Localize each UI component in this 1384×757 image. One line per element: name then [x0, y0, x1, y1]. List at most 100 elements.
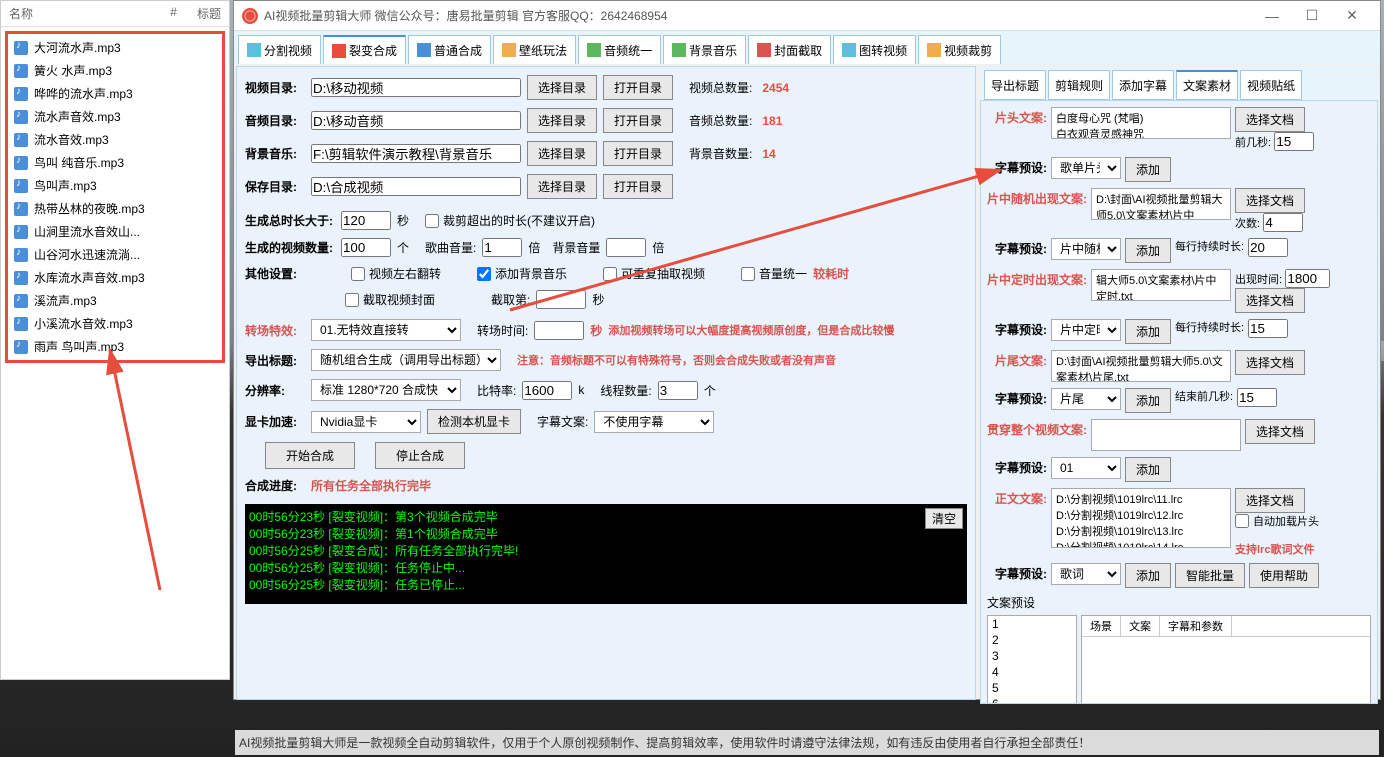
through-sub-select[interactable]: 01: [1051, 457, 1121, 479]
file-item[interactable]: 雨声 鸟叫声.mp3: [10, 335, 220, 358]
through-sub-add-button[interactable]: 添加: [1125, 457, 1171, 482]
preset-item[interactable]: 3: [988, 648, 1076, 664]
tail-sub-add-button[interactable]: 添加: [1125, 388, 1171, 413]
head-select-doc-button[interactable]: 选择文档: [1235, 107, 1305, 132]
resolution-select[interactable]: 标准 1280*720 合成快: [311, 379, 461, 401]
vol-unify-checkbox[interactable]: [741, 267, 755, 281]
tab-背景音乐[interactable]: 背景音乐: [663, 35, 746, 64]
tab-视频裁剪[interactable]: 视频裁剪: [918, 35, 1001, 64]
tab-图转视频[interactable]: 图转视频: [833, 35, 916, 64]
midtime-sub-add-button[interactable]: 添加: [1125, 319, 1171, 344]
right-tab-视频贴纸[interactable]: 视频贴纸: [1240, 70, 1302, 100]
preset-item[interactable]: 6: [988, 696, 1076, 704]
right-tab-剪辑规则[interactable]: 剪辑规则: [1048, 70, 1110, 100]
autoload-head-checkbox[interactable]: [1235, 514, 1249, 528]
bg-vol-input[interactable]: [606, 238, 646, 257]
start-compose-button[interactable]: 开始合成: [265, 442, 355, 469]
preset-list[interactable]: 123456: [987, 615, 1077, 704]
tail-input[interactable]: D:\封面\AI视频批量剪辑大师5.0\文案素材\片尾.txt: [1051, 350, 1231, 382]
midtime-sub-select[interactable]: 片中定时: [1051, 319, 1121, 341]
file-item[interactable]: 哗哗的流水声.mp3: [10, 82, 220, 105]
midtime-dur-input[interactable]: [1248, 319, 1288, 338]
tail-sub-select[interactable]: 片尾: [1051, 388, 1121, 410]
file-item[interactable]: 山涧里流水音效山...: [10, 220, 220, 243]
preset-item[interactable]: 2: [988, 632, 1076, 648]
midrand-count-input[interactable]: [1263, 213, 1303, 232]
capture-at-input[interactable]: [536, 290, 586, 309]
bgm-dir-input[interactable]: [311, 144, 521, 163]
gpu-select[interactable]: Nvidia显卡: [311, 411, 421, 433]
close-button[interactable]: ✕: [1332, 7, 1372, 24]
clear-log-button[interactable]: 清空: [925, 508, 963, 529]
tab-分割视频[interactable]: 分割视频: [238, 35, 321, 64]
main-text-input[interactable]: D:\分割视频\1019lrc\11.lrc D:\分割视频\1019lrc\1…: [1051, 488, 1231, 548]
video-dir-select-button[interactable]: 选择目录: [527, 75, 597, 100]
tab-裂变合成[interactable]: 裂变合成: [323, 35, 406, 64]
tab-封面截取[interactable]: 封面截取: [748, 35, 831, 64]
video-dir-open-button[interactable]: 打开目录: [603, 75, 673, 100]
transition-time-input[interactable]: [534, 321, 584, 340]
through-select-doc-button[interactable]: 选择文档: [1245, 419, 1315, 444]
tail-end-input[interactable]: [1237, 388, 1277, 407]
tab-普通合成[interactable]: 普通合成: [408, 35, 491, 64]
right-tab-添加字幕[interactable]: 添加字幕: [1112, 70, 1174, 100]
preset-item[interactable]: 5: [988, 680, 1076, 696]
save-dir-select-button[interactable]: 选择目录: [527, 174, 597, 199]
midrand-input[interactable]: D:\封面\AI视频批量剪辑大师5.0\文案素材\片中: [1091, 188, 1231, 220]
gen-count-input[interactable]: [341, 238, 391, 257]
add-bgm-checkbox[interactable]: [477, 267, 491, 281]
right-tab-文案素材[interactable]: 文案素材: [1176, 70, 1238, 100]
subtitle-select[interactable]: 不使用字幕: [594, 411, 714, 433]
crop-cover-checkbox[interactable]: [345, 293, 359, 307]
export-title-select[interactable]: 随机组合生成（调用导出标题）: [311, 349, 501, 371]
midrand-sub-add-button[interactable]: 添加: [1125, 238, 1171, 263]
head-sub-add-button[interactable]: 添加: [1125, 157, 1171, 182]
transition-select[interactable]: 01.无特效直接转: [311, 319, 461, 341]
right-tab-导出标题[interactable]: 导出标题: [984, 70, 1046, 100]
file-item[interactable]: 热带丛林的夜晚.mp3: [10, 197, 220, 220]
midrand-sub-select[interactable]: 片中随机: [1051, 238, 1121, 260]
file-item[interactable]: 大河流水声.mp3: [10, 36, 220, 59]
file-item[interactable]: 山谷河水迅速流淌...: [10, 243, 220, 266]
main-sub-add-button[interactable]: 添加: [1125, 563, 1171, 588]
audio-dir-input[interactable]: [311, 111, 521, 130]
through-input[interactable]: [1091, 419, 1241, 451]
file-item[interactable]: 小溪流水音效.mp3: [10, 312, 220, 335]
audio-dir-open-button[interactable]: 打开目录: [603, 108, 673, 133]
bitrate-input[interactable]: [522, 381, 572, 400]
thread-input[interactable]: [658, 381, 698, 400]
tab-音频统一[interactable]: 音频统一: [578, 35, 661, 64]
maximize-button[interactable]: ☐: [1292, 7, 1332, 24]
tail-select-doc-button[interactable]: 选择文档: [1235, 350, 1305, 375]
duration-gt-input[interactable]: [341, 211, 391, 230]
file-item[interactable]: 水库流水声音效.mp3: [10, 266, 220, 289]
file-item[interactable]: 簧火 水声.mp3: [10, 59, 220, 82]
tab-壁纸玩法[interactable]: 壁纸玩法: [493, 35, 576, 64]
head-sec-input[interactable]: [1274, 132, 1314, 151]
save-dir-open-button[interactable]: 打开目录: [603, 174, 673, 199]
file-item[interactable]: 溪流声.mp3: [10, 289, 220, 312]
head-text-input[interactable]: 白度母心咒 (梵唱) 白衣观音灵感神咒: [1051, 107, 1231, 139]
midrand-select-doc-button[interactable]: 选择文档: [1235, 188, 1305, 213]
preset-table[interactable]: 场景文案字幕和参数: [1081, 615, 1371, 704]
file-item[interactable]: 流水音效.mp3: [10, 128, 220, 151]
midtime-t-input[interactable]: [1285, 269, 1330, 288]
smart-batch-button[interactable]: 智能批量: [1175, 563, 1245, 588]
help-button[interactable]: 使用帮助: [1249, 563, 1319, 588]
detect-gpu-button[interactable]: 检测本机显卡: [427, 409, 521, 434]
file-item[interactable]: 鸟叫 纯音乐.mp3: [10, 151, 220, 174]
bgm-dir-select-button[interactable]: 选择目录: [527, 141, 597, 166]
midrand-dur-input[interactable]: [1248, 238, 1288, 257]
reextract-checkbox[interactable]: [603, 267, 617, 281]
save-dir-input[interactable]: [311, 177, 521, 196]
midtime-select-doc-button[interactable]: 选择文档: [1235, 288, 1305, 313]
file-item[interactable]: 流水声音效.mp3: [10, 105, 220, 128]
preset-item[interactable]: 4: [988, 664, 1076, 680]
audio-dir-select-button[interactable]: 选择目录: [527, 108, 597, 133]
main-select-doc-button[interactable]: 选择文档: [1235, 488, 1305, 513]
song-vol-input[interactable]: [482, 238, 522, 257]
main-sub-select[interactable]: 歌词: [1051, 563, 1121, 585]
trim-overflow-checkbox[interactable]: [425, 214, 439, 228]
stop-compose-button[interactable]: 停止合成: [375, 442, 465, 469]
minimize-button[interactable]: —: [1252, 8, 1292, 24]
